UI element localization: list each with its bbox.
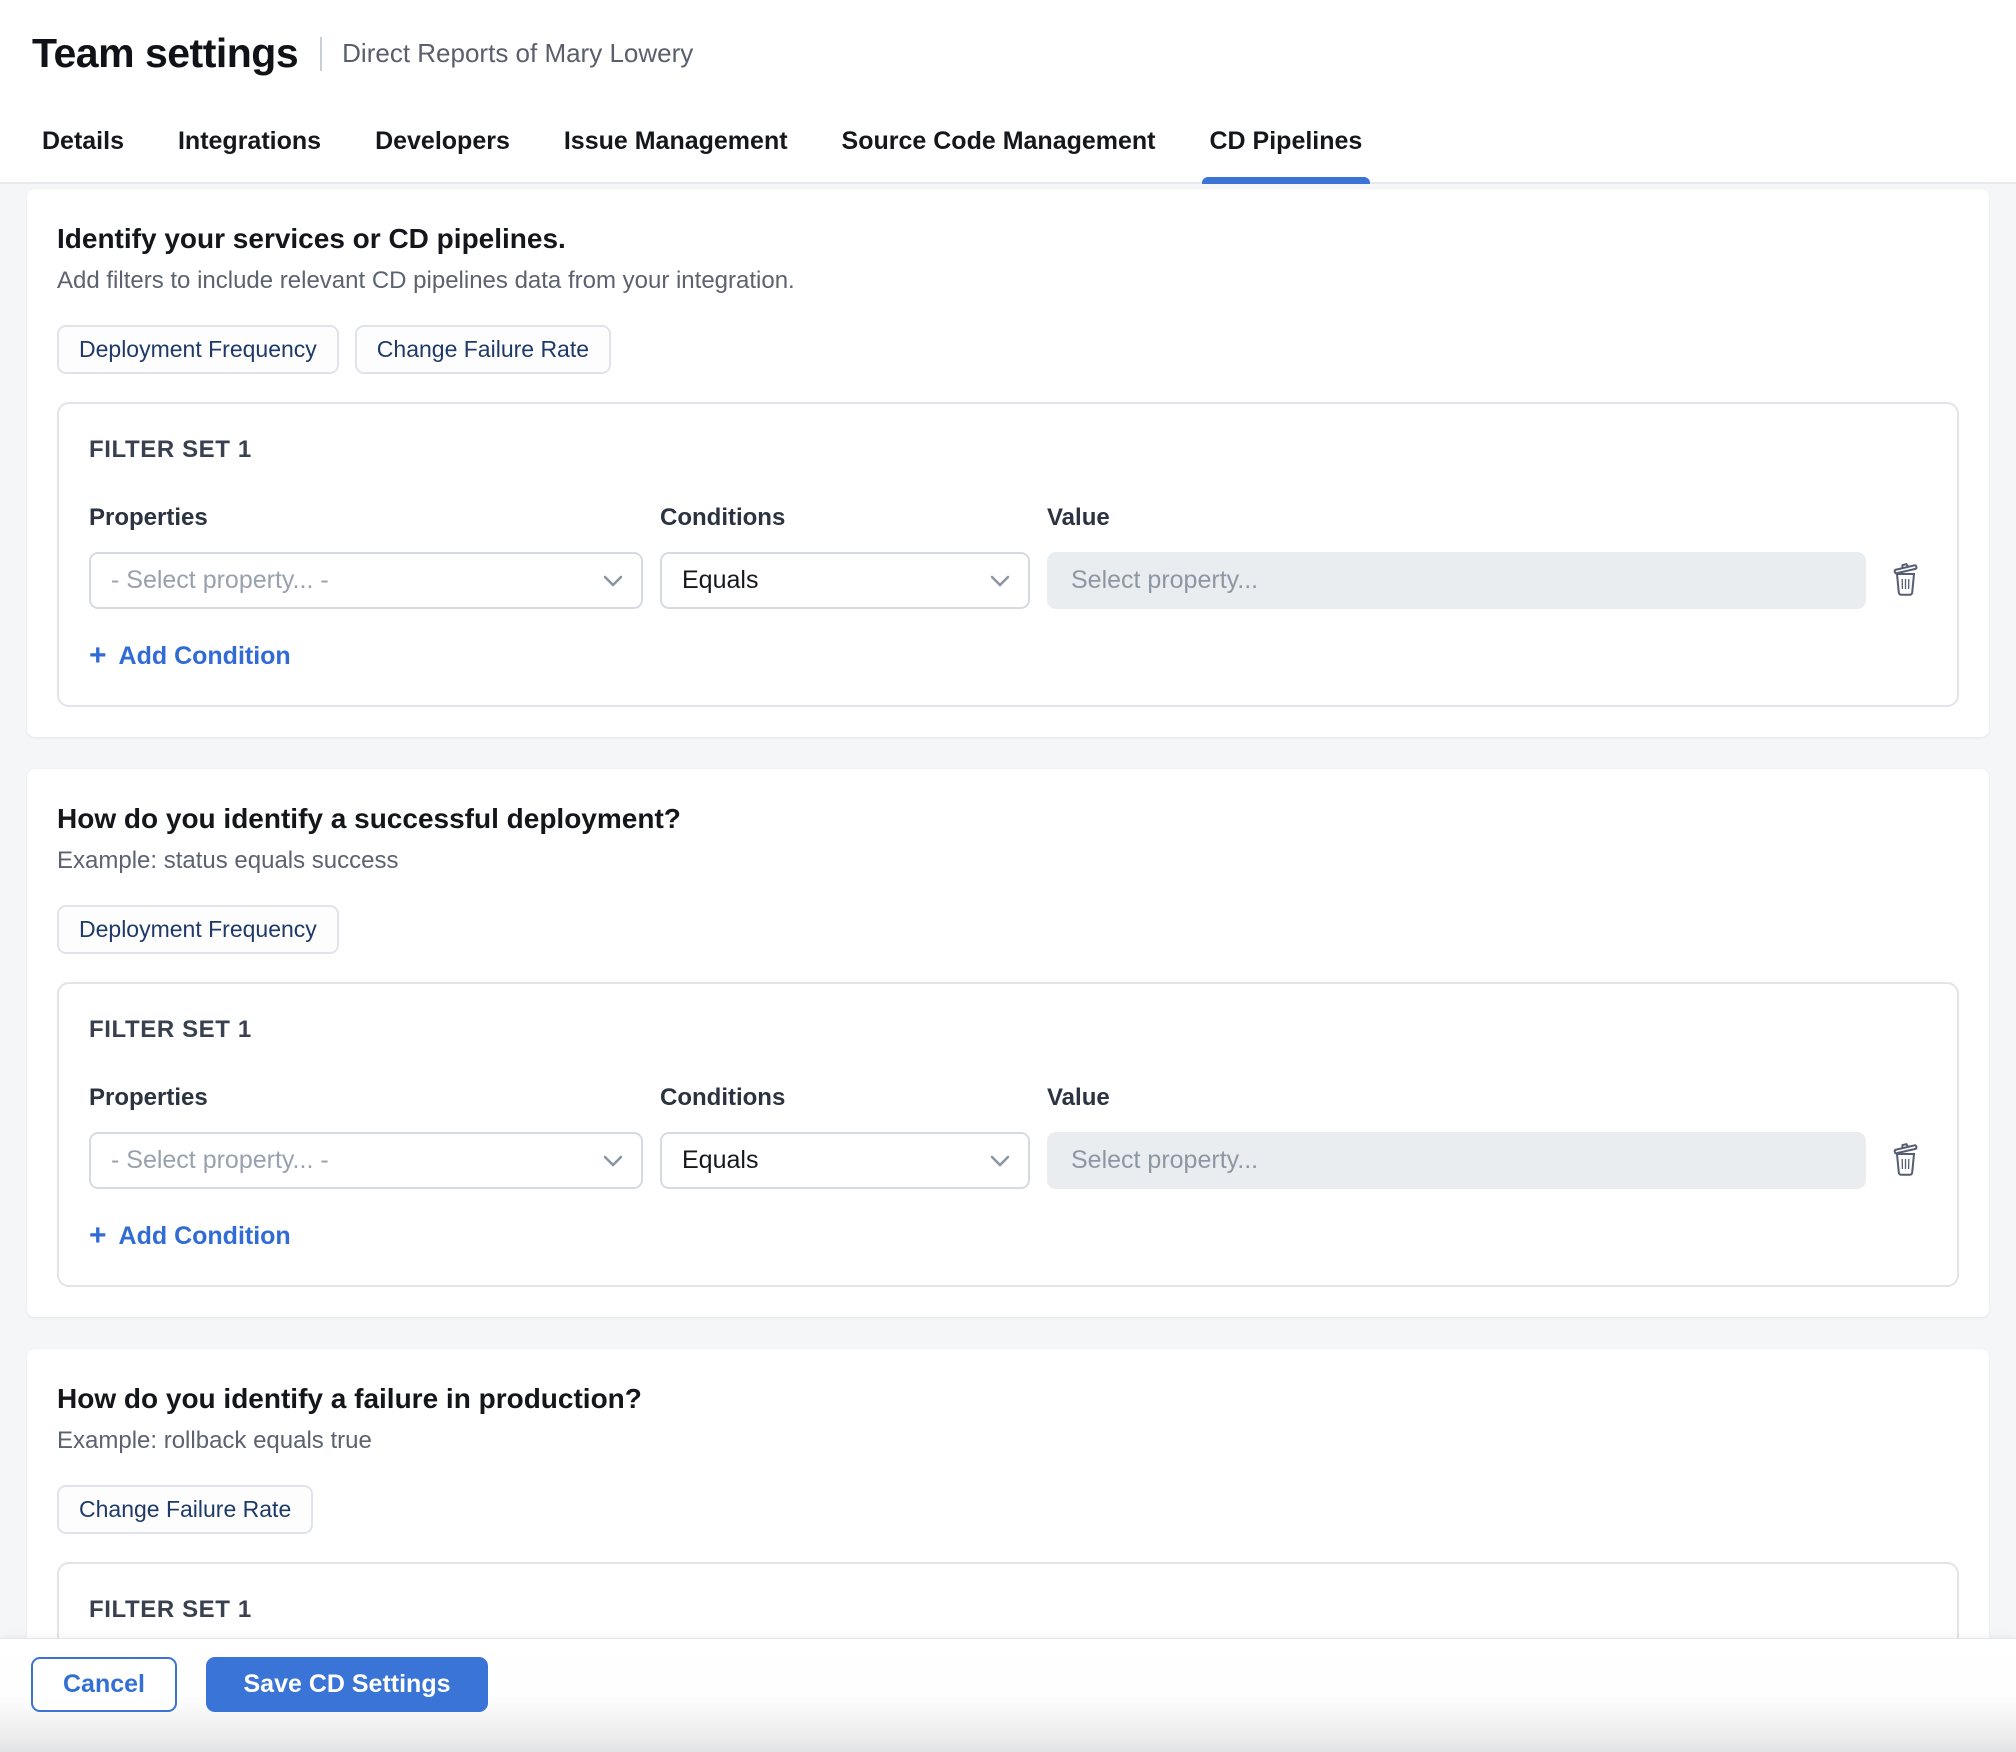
trash-icon — [1889, 1141, 1922, 1177]
delete-filter-button[interactable] — [1885, 557, 1926, 604]
tab-issue-management[interactable]: Issue Management — [562, 107, 790, 182]
value-input[interactable] — [1047, 552, 1866, 609]
condition-select-value: Equals — [682, 566, 758, 595]
delete-filter-button[interactable] — [1885, 1137, 1926, 1184]
trash-icon — [1889, 561, 1922, 597]
add-condition-button[interactable]: + Add Condition — [89, 641, 291, 671]
value-input[interactable] — [1047, 1132, 1866, 1189]
conditions-label: Conditions — [660, 1084, 1030, 1112]
property-select[interactable]: - Select property... - — [89, 552, 643, 609]
tab-integrations[interactable]: Integrations — [176, 107, 323, 182]
properties-label: Properties — [89, 1084, 643, 1112]
tab-source-code-management[interactable]: Source Code Management — [840, 107, 1158, 182]
condition-select[interactable]: Equals — [660, 1132, 1030, 1189]
section-successful-deployment: How do you identify a successful deploym… — [27, 769, 1989, 1317]
filter-column-labels: Properties Conditions Value — [89, 504, 1927, 532]
tab-developers[interactable]: Developers — [373, 107, 512, 182]
section-heading: How do you identify a successful deploym… — [57, 803, 1959, 835]
cancel-button[interactable]: Cancel — [31, 1657, 177, 1712]
filter-set-card: FILTER SET 1 Properties Conditions Value… — [57, 982, 1959, 1287]
title-row: Team settings Direct Reports of Mary Low… — [32, 30, 1984, 77]
chevron-down-icon — [603, 575, 623, 587]
properties-label: Properties — [89, 504, 643, 532]
add-condition-button[interactable]: + Add Condition — [89, 1221, 291, 1251]
section-description: Add filters to include relevant CD pipel… — [57, 267, 1959, 295]
chip-change-failure-rate[interactable]: Change Failure Rate — [355, 325, 611, 374]
chip-deployment-frequency[interactable]: Deployment Frequency — [57, 325, 339, 374]
plus-icon: + — [89, 641, 107, 671]
page-title: Team settings — [32, 30, 298, 77]
chip-change-failure-rate[interactable]: Change Failure Rate — [57, 1485, 313, 1534]
property-select-placeholder: - Select property... - — [111, 566, 329, 595]
value-label: Value — [1047, 504, 1866, 532]
add-condition-label: Add Condition — [119, 1222, 291, 1251]
tab-bar: Details Integrations Developers Issue Ma… — [0, 95, 2016, 184]
filter-set-card: FILTER SET 1 Properties Conditions Value… — [57, 402, 1959, 707]
plus-icon: + — [89, 1221, 107, 1251]
chevron-down-icon — [990, 1155, 1010, 1167]
action-footer: Cancel Save CD Settings — [0, 1638, 2016, 1752]
conditions-label: Conditions — [660, 504, 1030, 532]
chevron-down-icon — [990, 575, 1010, 587]
page-header: Team settings Direct Reports of Mary Low… — [0, 0, 2016, 95]
metric-chip-row: Change Failure Rate — [57, 1485, 1959, 1534]
metric-chip-row: Deployment Frequency Change Failure Rate — [57, 325, 1959, 374]
filter-row: - Select property... - Equals — [89, 1132, 1927, 1189]
chip-deployment-frequency[interactable]: Deployment Frequency — [57, 905, 339, 954]
main-content: Identify your services or CD pipelines. … — [0, 184, 2016, 1752]
chevron-down-icon — [603, 1155, 623, 1167]
section-description: Example: rollback equals true — [57, 1427, 1959, 1455]
tab-details[interactable]: Details — [40, 107, 126, 182]
property-select-placeholder: - Select property... - — [111, 1146, 329, 1175]
filter-column-labels: Properties Conditions Value — [89, 1084, 1927, 1112]
filter-set-title: FILTER SET 1 — [89, 1016, 1927, 1044]
page-subtitle: Direct Reports of Mary Lowery — [342, 38, 693, 69]
save-cd-settings-button[interactable]: Save CD Settings — [206, 1657, 488, 1712]
section-description: Example: status equals success — [57, 847, 1959, 875]
section-heading: Identify your services or CD pipelines. — [57, 223, 1959, 255]
condition-select-value: Equals — [682, 1146, 758, 1175]
tab-cd-pipelines[interactable]: CD Pipelines — [1208, 107, 1365, 182]
filter-set-title: FILTER SET 1 — [89, 436, 1927, 464]
section-heading: How do you identify a failure in product… — [57, 1383, 1959, 1415]
value-label: Value — [1047, 1084, 1866, 1112]
add-condition-label: Add Condition — [119, 642, 291, 671]
filter-row: - Select property... - Equals — [89, 552, 1927, 609]
condition-select[interactable]: Equals — [660, 552, 1030, 609]
metric-chip-row: Deployment Frequency — [57, 905, 1959, 954]
title-divider — [320, 37, 322, 71]
section-identify-pipelines: Identify your services or CD pipelines. … — [27, 189, 1989, 737]
filter-set-title: FILTER SET 1 — [89, 1596, 1927, 1624]
property-select[interactable]: - Select property... - — [89, 1132, 643, 1189]
